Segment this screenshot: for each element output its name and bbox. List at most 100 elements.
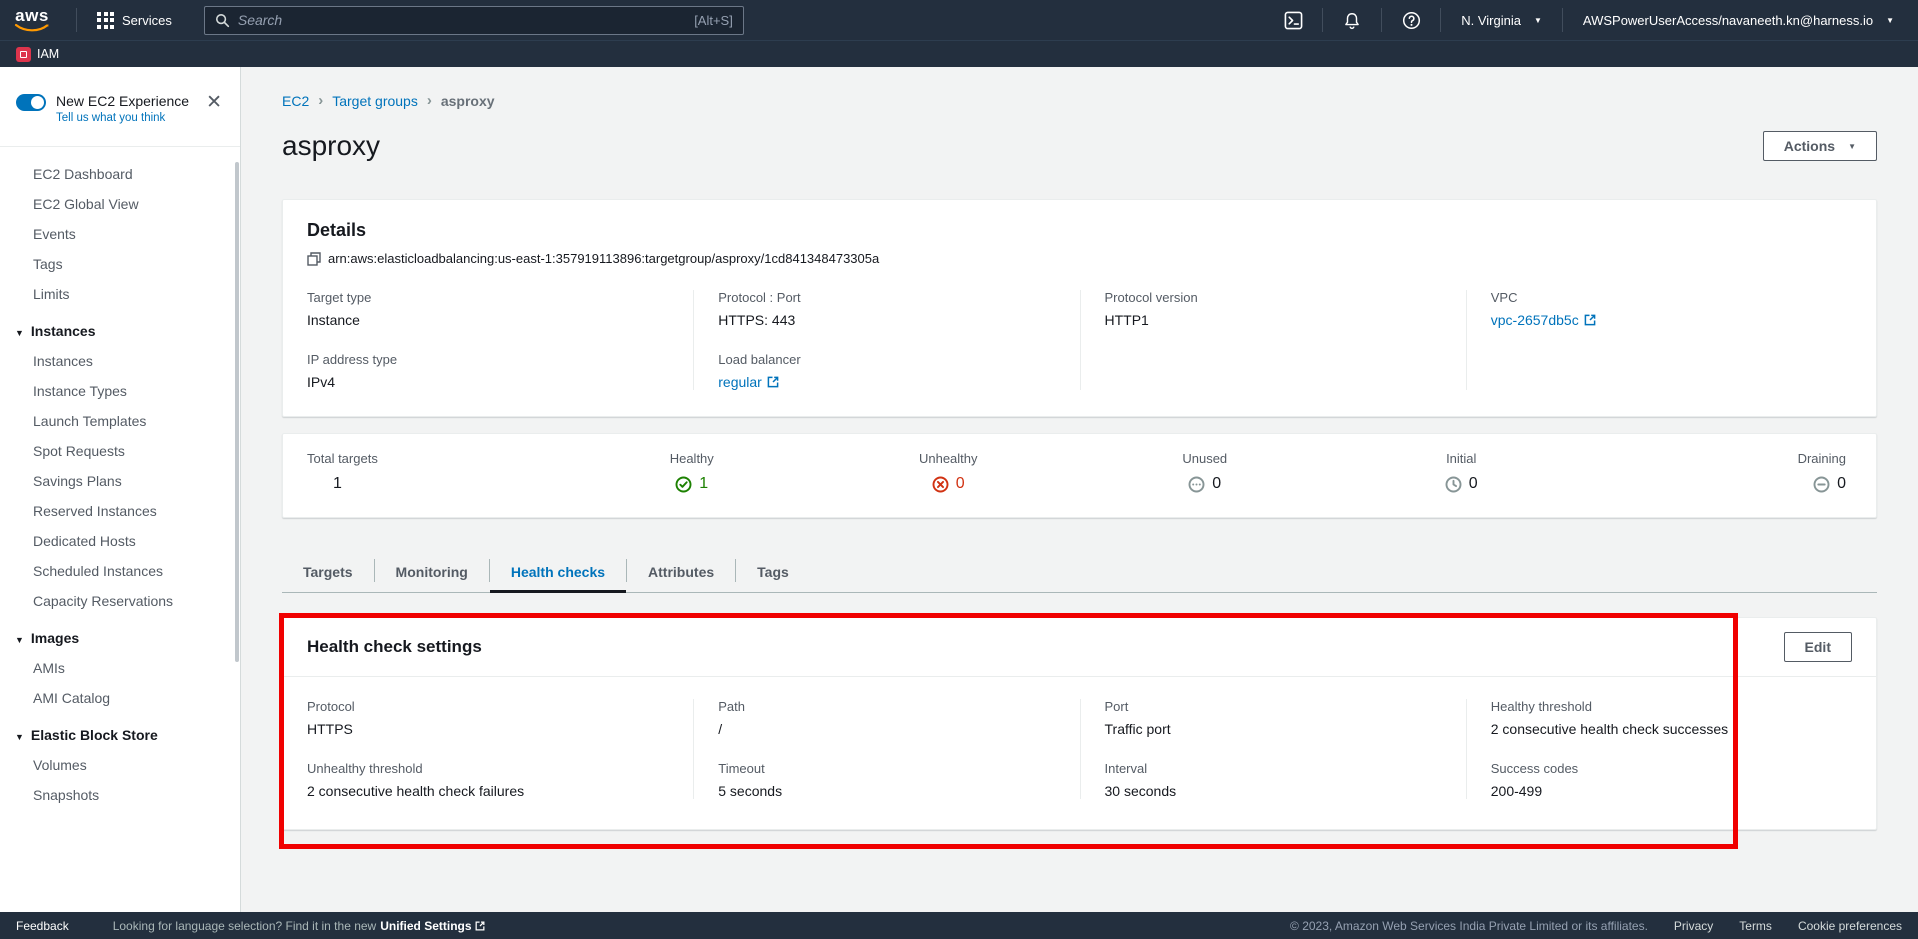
cookie-preferences-link[interactable]: Cookie preferences: [1798, 919, 1902, 933]
services-menu-button[interactable]: Services: [87, 0, 182, 40]
sidebar-item-ec2-dashboard[interactable]: EC2 Dashboard: [0, 159, 240, 189]
sidebar-item-launch-templates[interactable]: Launch Templates: [0, 406, 240, 436]
ellipsis-circle-icon: [1188, 476, 1205, 493]
sidebar-item-dedicated-hosts[interactable]: Dedicated Hosts: [0, 526, 240, 556]
stat-healthy: Healthy 1: [564, 451, 821, 498]
unified-settings-link[interactable]: Unified Settings: [380, 919, 484, 933]
search-shortcut-hint: [Alt+S]: [694, 13, 733, 28]
tab-attributes[interactable]: Attributes: [627, 555, 735, 592]
feedback-link[interactable]: Tell us what you think: [56, 112, 202, 124]
cloudshell-terminal-icon: [1284, 11, 1303, 30]
field-unhealthy-threshold: Unhealthy threshold 2 consecutive health…: [307, 761, 677, 799]
new-experience-block: New EC2 Experience Tell us what you thin…: [0, 67, 240, 140]
sidebar-item-limits[interactable]: Limits: [0, 279, 240, 309]
sidebar-item-volumes[interactable]: Volumes: [0, 750, 240, 780]
notifications-button[interactable]: [1333, 0, 1371, 40]
global-search-box[interactable]: [Alt+S]: [204, 6, 744, 35]
external-link-icon: [1584, 314, 1596, 326]
field-path: Path /: [718, 699, 1063, 737]
sidebar-section-images[interactable]: ▼Images: [0, 616, 240, 653]
field-protocol: Protocol HTTPS: [307, 699, 677, 737]
account-menu[interactable]: AWSPowerUserAccess/navaneeth.kn@harness.…: [1573, 0, 1904, 40]
details-heading: Details: [307, 220, 1852, 241]
sidebar-item-ec2-global-view[interactable]: EC2 Global View: [0, 189, 240, 219]
field-ip-address-type: IP address type IPv4: [307, 352, 677, 390]
sidebar-item-instance-types[interactable]: Instance Types: [0, 376, 240, 406]
page-title: asproxy: [282, 130, 380, 162]
breadcrumb-separator-icon: ›: [318, 92, 323, 109]
breadcrumb-ec2-link[interactable]: EC2: [282, 93, 309, 109]
sidebar-scrollbar[interactable]: [235, 162, 239, 662]
external-link-icon: [767, 376, 779, 388]
field-timeout: Timeout 5 seconds: [718, 761, 1063, 799]
field-interval: Interval 30 seconds: [1105, 761, 1450, 799]
ec2-sidebar: New EC2 Experience Tell us what you thin…: [0, 67, 241, 912]
sidebar-item-ami-catalog[interactable]: AMI Catalog: [0, 683, 240, 713]
breadcrumb: EC2 › Target groups › asproxy: [282, 92, 1877, 109]
new-experience-toggle[interactable]: [16, 94, 46, 111]
region-selector[interactable]: N. Virginia ▼: [1451, 0, 1552, 40]
topbar-divider: [1440, 8, 1441, 32]
sidebar-item-snapshots[interactable]: Snapshots: [0, 780, 240, 810]
tab-monitoring[interactable]: Monitoring: [375, 555, 489, 592]
tab-targets[interactable]: Targets: [282, 555, 374, 592]
account-label: AWSPowerUserAccess/navaneeth.kn@harness.…: [1583, 13, 1873, 28]
edit-button[interactable]: Edit: [1784, 632, 1852, 662]
help-button[interactable]: [1392, 0, 1430, 40]
favorites-bar: IAM: [0, 40, 1918, 67]
field-load-balancer: Load balancer regular: [718, 352, 1063, 390]
question-mark-icon: [1402, 11, 1421, 30]
stat-draining: Draining 0: [1590, 451, 1853, 498]
new-experience-title: New EC2 Experience: [56, 93, 202, 109]
sidebar-item-amis[interactable]: AMIs: [0, 653, 240, 683]
load-balancer-link[interactable]: regular: [718, 374, 779, 390]
sidebar-section-instances[interactable]: ▼Instances: [0, 309, 240, 346]
health-check-card: Health check settings Edit Protocol HTTP…: [282, 617, 1877, 830]
field-healthy-threshold: Healthy threshold 2 consecutive health c…: [1491, 699, 1836, 737]
sidebar-item-tags[interactable]: Tags: [0, 249, 240, 279]
tab-tags[interactable]: Tags: [736, 555, 810, 592]
breadcrumb-current: asproxy: [441, 93, 495, 109]
field-vpc: VPC vpc-2657db5c: [1491, 290, 1836, 328]
iam-service-icon: [16, 47, 31, 62]
search-icon: [215, 13, 230, 28]
feedback-button[interactable]: Feedback: [16, 919, 69, 933]
topbar-divider: [1322, 8, 1323, 32]
aws-logo-text: aws: [15, 9, 49, 23]
stat-initial: Initial 0: [1333, 451, 1590, 498]
bell-icon: [1343, 11, 1361, 30]
aws-smile-icon: [14, 23, 50, 32]
sidebar-item-capacity-reservations[interactable]: Capacity Reservations: [0, 586, 240, 616]
breadcrumb-separator-icon: ›: [427, 92, 432, 109]
chevron-down-icon: ▼: [15, 328, 24, 338]
x-circle-icon: [932, 476, 949, 493]
privacy-link[interactable]: Privacy: [1674, 919, 1713, 933]
terms-link[interactable]: Terms: [1739, 919, 1772, 933]
tab-health-checks[interactable]: Health checks: [490, 555, 626, 592]
favorite-iam-link[interactable]: IAM: [16, 47, 59, 62]
search-input[interactable]: [238, 12, 686, 28]
health-check-section: Health check settings Edit Protocol HTTP…: [282, 617, 1877, 830]
aws-logo[interactable]: aws: [14, 9, 50, 32]
topbar-divider: [1381, 8, 1382, 32]
sidebar-item-reserved-instances[interactable]: Reserved Instances: [0, 496, 240, 526]
sidebar-section-elastic-block-store[interactable]: ▼Elastic Block Store: [0, 713, 240, 750]
copy-icon[interactable]: [307, 252, 321, 266]
sidebar-item-instances[interactable]: Instances: [0, 346, 240, 376]
close-icon[interactable]: ✕: [202, 93, 226, 112]
breadcrumb-target-groups-link[interactable]: Target groups: [332, 93, 418, 109]
sidebar-item-events[interactable]: Events: [0, 219, 240, 249]
sidebar-item-savings-plans[interactable]: Savings Plans: [0, 466, 240, 496]
sidebar-divider: [0, 146, 240, 147]
sidebar-item-scheduled-instances[interactable]: Scheduled Instances: [0, 556, 240, 586]
language-selection-note: Looking for language selection? Find it …: [113, 919, 485, 933]
cloudshell-button[interactable]: [1274, 0, 1312, 40]
field-protocol-version: Protocol version HTTP1: [1105, 290, 1450, 328]
topbar-divider: [76, 8, 77, 32]
vpc-link[interactable]: vpc-2657db5c: [1491, 312, 1596, 328]
sidebar-item-spot-requests[interactable]: Spot Requests: [0, 436, 240, 466]
copyright-text: © 2023, Amazon Web Services India Privat…: [1290, 919, 1648, 933]
field-protocol-port: Protocol : Port HTTPS: 443: [718, 290, 1063, 328]
actions-button[interactable]: Actions ▼: [1763, 131, 1877, 161]
targets-summary-card: Total targets 1 Healthy 1 Unhealthy 0: [282, 433, 1877, 518]
